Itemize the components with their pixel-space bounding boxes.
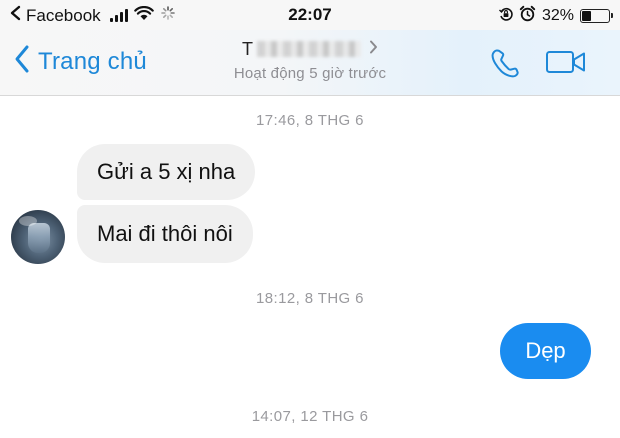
contact-name-redaction	[257, 41, 361, 57]
orientation-lock-icon	[498, 6, 514, 27]
message-timestamp: 18:12, 8 THG 6	[256, 290, 364, 307]
chevron-left-icon	[14, 44, 30, 79]
back-button-label: Trang chủ	[38, 47, 147, 75]
incoming-message-bubble[interactable]: Mai đi thôi nôi	[77, 205, 253, 263]
message-timestamp: 14:07, 12 THG 6	[251, 408, 369, 425]
contact-info[interactable]: T Hoạt động 5 giờ trước	[170, 36, 450, 83]
contact-name: T	[242, 38, 253, 59]
video-call-button[interactable]	[545, 49, 587, 80]
incoming-message-bubble[interactable]: Gửi a 5 xị nha	[77, 144, 256, 200]
avatar-photo-object	[28, 223, 50, 253]
back-button[interactable]: Trang chủ	[14, 44, 147, 79]
battery-level-fill	[582, 11, 591, 21]
outgoing-message-bubble[interactable]: Dẹp	[500, 323, 591, 379]
alarm-icon	[519, 5, 536, 27]
battery-icon	[580, 9, 613, 23]
phone-icon	[488, 49, 522, 84]
conversation-header: Trang chủ T Hoạt động 5 giờ trước	[0, 30, 620, 96]
voice-call-button[interactable]	[488, 46, 522, 85]
contact-active-status: Hoạt động 5 giờ trước	[233, 65, 387, 82]
avatar-photo-glare	[19, 216, 37, 226]
contact-name-row: T	[170, 36, 450, 62]
status-bar: Facebook 22:07 32%	[0, 0, 620, 30]
chevron-right-icon	[369, 40, 378, 59]
contact-avatar[interactable]	[11, 210, 65, 264]
status-bar-right: 32%	[493, 5, 613, 27]
message-timestamp: 17:46, 8 THG 6	[256, 112, 364, 129]
battery-percent-label: 32%	[541, 7, 574, 24]
video-camera-icon	[545, 51, 587, 79]
messenger-chat-screen: Facebook 22:07 32% Trang chủ T Hoạt động…	[0, 0, 620, 438]
